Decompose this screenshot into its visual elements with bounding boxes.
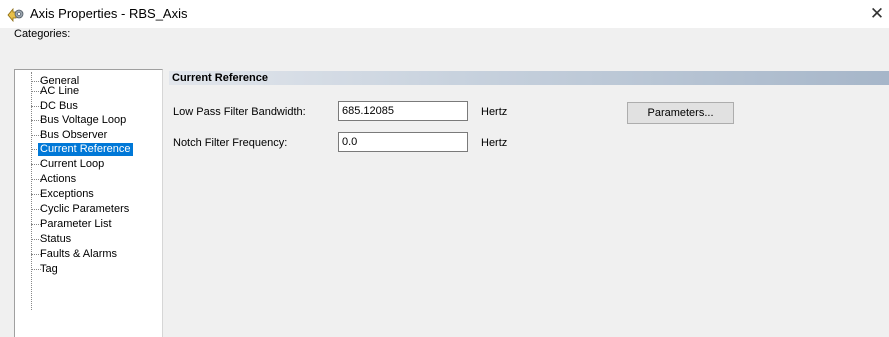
low-pass-filter-input[interactable]	[338, 101, 468, 121]
tree-item-label: DC Bus	[40, 100, 78, 112]
tree-item-label: Tag	[40, 263, 58, 275]
tree-item-label: Parameter List	[40, 218, 112, 230]
title-bar: Axis Properties - RBS_Axis ✕	[0, 0, 889, 28]
tree-item-label: Current Loop	[40, 158, 105, 170]
close-button[interactable]: ✕	[865, 0, 889, 28]
tree-item-label: Actions	[40, 173, 77, 185]
current-reference-panel: Current Reference Low Pass Filter Bandwi…	[163, 69, 889, 337]
categories-label: Categories:	[14, 28, 71, 40]
notch-filter-unit: Hertz	[481, 137, 508, 149]
notch-filter-label: Notch Filter Frequency:	[173, 137, 288, 149]
tree-item-label: Exceptions	[40, 188, 94, 200]
tree-item-label: Current Reference	[38, 143, 133, 156]
categories-tree[interactable]: General AC Line DC Bus Bus Voltage Loop …	[14, 69, 163, 337]
tree-item-label: Status	[40, 233, 72, 245]
tree-connector-line	[31, 72, 32, 310]
parameters-button-label: Parameters...	[647, 107, 714, 119]
low-pass-filter-label: Low Pass Filter Bandwidth:	[173, 106, 306, 118]
axis-properties-icon	[7, 6, 25, 23]
notch-filter-input[interactable]	[338, 132, 468, 152]
tree-item-label: Cyclic Parameters	[40, 203, 130, 215]
parameters-button[interactable]: Parameters...	[627, 102, 734, 124]
axis-properties-window: Axis Properties - RBS_Axis ✕ Categories:…	[0, 0, 889, 337]
close-icon: ✕	[869, 4, 885, 23]
tree-item-label: Faults & Alarms	[40, 248, 118, 260]
tree-item-label: AC Line	[40, 85, 80, 97]
tree-item-label: Bus Observer	[40, 129, 108, 141]
low-pass-filter-unit: Hertz	[481, 106, 508, 118]
section-header: Current Reference	[169, 71, 889, 85]
tree-item-label: Bus Voltage Loop	[40, 114, 127, 126]
window-title: Axis Properties - RBS_Axis	[30, 6, 188, 21]
